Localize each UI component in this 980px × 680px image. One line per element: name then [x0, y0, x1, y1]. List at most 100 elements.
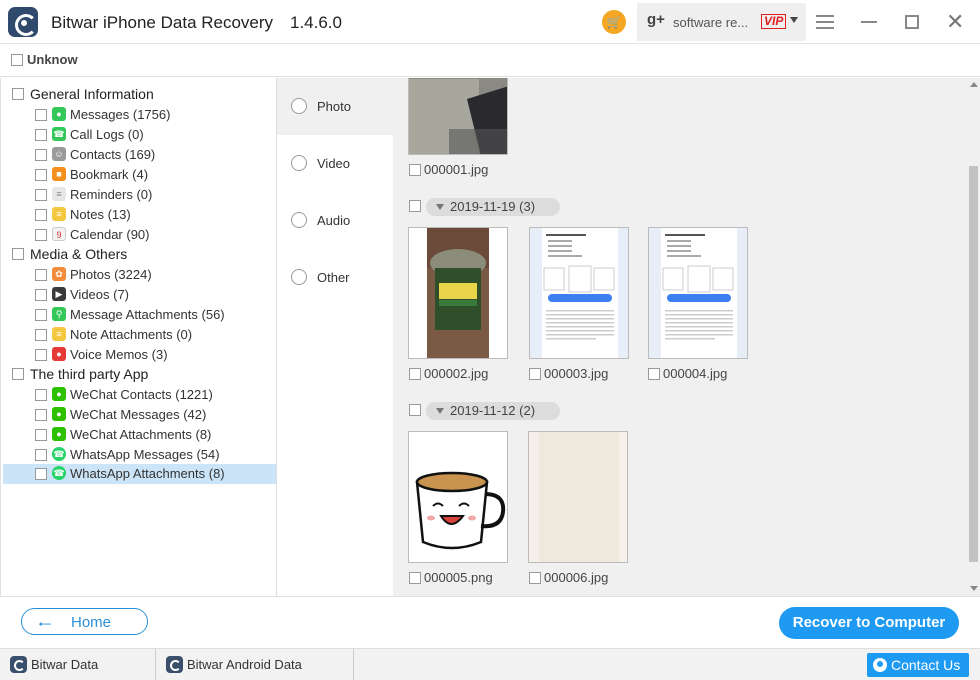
tree-item-contacts[interactable]: ☺ Contacts (169) — [3, 145, 276, 165]
thumbnail-checkbox[interactable] — [529, 572, 541, 584]
unknow-checkbox[interactable] — [11, 54, 23, 66]
unknow-row: Unknow — [0, 44, 980, 77]
item-label: WhatsApp Messages (54) — [70, 447, 220, 462]
thumbnail-checkbox[interactable] — [648, 368, 660, 380]
unknow-label: Unknow — [27, 52, 78, 67]
calendar-icon: 9 — [52, 227, 66, 241]
date-group-checkbox[interactable] — [409, 200, 421, 212]
tree-item-whatsapp-messages[interactable]: ☎ WhatsApp Messages (54) — [3, 445, 276, 465]
group-label: Media & Others — [30, 246, 128, 262]
tree-item-messages[interactable]: ● Messages (1756) — [3, 105, 276, 125]
account-dropdown[interactable]: g+ software re... VIP — [637, 3, 806, 41]
tree-group-general-information[interactable]: General Information — [1, 85, 277, 105]
filter-label: Other — [317, 270, 350, 285]
tree-item-bookmark[interactable]: ■ Bookmark (4) — [3, 165, 276, 185]
tree-item-whatsapp-attachments[interactable]: ☎ WhatsApp Attachments (8) — [3, 464, 276, 484]
thumbnail-checkbox[interactable] — [409, 368, 421, 380]
scrollbar-thumb[interactable] — [969, 166, 978, 562]
vip-badge: VIP — [761, 14, 787, 29]
item-checkbox[interactable] — [35, 429, 47, 441]
thumbnail-000003[interactable] — [529, 227, 629, 359]
item-label: WeChat Attachments (8) — [70, 427, 212, 442]
tree-item-reminders[interactable]: ≡ Reminders (0) — [3, 185, 276, 205]
item-checkbox[interactable] — [35, 309, 47, 321]
shopping-cart-icon[interactable]: 🛒 — [602, 10, 626, 34]
tree-item-call-logs[interactable]: ☎ Call Logs (0) — [3, 125, 276, 145]
item-checkbox[interactable] — [35, 149, 47, 161]
item-checkbox[interactable] — [35, 468, 47, 480]
item-checkbox[interactable] — [35, 289, 47, 301]
vertical-scrollbar[interactable] — [968, 78, 980, 596]
item-checkbox[interactable] — [35, 409, 47, 421]
radio-button[interactable] — [291, 98, 307, 114]
tree-item-voice-memos[interactable]: ● Voice Memos (3) — [3, 345, 276, 365]
item-checkbox[interactable] — [35, 389, 47, 401]
item-label: Photos (3224) — [70, 267, 152, 282]
group-label: General Information — [30, 86, 154, 102]
item-checkbox[interactable] — [35, 209, 47, 221]
radio-button[interactable] — [291, 155, 307, 171]
group-checkbox[interactable] — [12, 248, 24, 260]
item-checkbox[interactable] — [35, 129, 47, 141]
tree-item-videos[interactable]: ▶ Videos (7) — [3, 285, 276, 305]
bookmark-icon: ■ — [52, 167, 66, 181]
thumbnail-caption: 000006.jpg — [529, 570, 608, 585]
recover-to-computer-button[interactable]: Recover to Computer — [779, 607, 959, 639]
item-checkbox[interactable] — [35, 449, 47, 461]
close-icon[interactable]: ✕ — [946, 9, 964, 35]
filter-audio[interactable]: Audio — [277, 192, 393, 249]
thumbnail-checkbox[interactable] — [409, 572, 421, 584]
thumbnail-000001[interactable] — [408, 78, 508, 155]
group-checkbox[interactable] — [12, 368, 24, 380]
action-bar: 🠀 Home Recover to Computer — [0, 596, 980, 648]
minimize-icon[interactable] — [861, 21, 877, 23]
tree-item-photos[interactable]: ✿ Photos (3224) — [3, 265, 276, 285]
tree-item-note-attachments[interactable]: ≡ Note Attachments (0) — [3, 325, 276, 345]
tree-item-wechat-messages[interactable]: ● WeChat Messages (42) — [3, 405, 276, 425]
tree-item-calendar[interactable]: 9 Calendar (90) — [3, 225, 276, 245]
tree-item-wechat-contacts[interactable]: ● WeChat Contacts (1221) — [3, 385, 276, 405]
item-checkbox[interactable] — [35, 269, 47, 281]
hamburger-menu-icon[interactable] — [816, 15, 834, 29]
date-group-header[interactable]: 2019-11-19 (3) — [409, 198, 569, 216]
thumbnail-000002[interactable] — [408, 227, 508, 359]
date-group-label: 2019-11-12 (2) — [426, 402, 560, 420]
thumbnail-000004[interactable] — [648, 227, 748, 359]
footer-link-bitwar-android[interactable]: Bitwar Android Data Recovery — [156, 649, 354, 680]
filter-other[interactable]: Other — [277, 249, 393, 306]
radio-button[interactable] — [291, 212, 307, 228]
item-checkbox[interactable] — [35, 329, 47, 341]
footer-link-bitwar-data-recovery[interactable]: Bitwar Data Recovery — [0, 649, 156, 680]
tree-group-third-party-app[interactable]: The third party App — [1, 365, 277, 385]
tree-item-wechat-attachments[interactable]: ● WeChat Attachments (8) — [3, 425, 276, 445]
tree-item-message-attachments[interactable]: ⚲ Message Attachments (56) — [3, 305, 276, 325]
thumbnail-000005[interactable] — [408, 431, 508, 563]
filter-video[interactable]: Video — [277, 135, 393, 192]
contact-us-button[interactable]: Contact Us — [867, 653, 969, 677]
tree-group-media-others[interactable]: Media & Others — [1, 245, 277, 265]
item-label: Note Attachments (0) — [70, 327, 193, 342]
item-checkbox[interactable] — [35, 229, 47, 241]
item-checkbox[interactable] — [35, 349, 47, 361]
filter-photo[interactable]: Photo — [277, 78, 393, 135]
thumbnail-checkbox[interactable] — [529, 368, 541, 380]
radio-button[interactable] — [291, 269, 307, 285]
note-attachments-icon: ≡ — [52, 327, 66, 341]
thumbnail-grid: 000001.jpg 2019-11-19 (3) 000002.jpg 000… — [393, 78, 980, 596]
thumbnail-000006[interactable] — [528, 431, 628, 563]
image-coffee-cup-sticker — [409, 432, 507, 562]
item-checkbox[interactable] — [35, 169, 47, 181]
file-type-filter: Photo Video Audio Other — [277, 78, 393, 596]
maximize-icon[interactable] — [905, 15, 919, 29]
item-checkbox[interactable] — [35, 109, 47, 121]
scroll-down-arrow-icon[interactable] — [970, 586, 978, 591]
tree-item-notes[interactable]: ≡ Notes (13) — [3, 205, 276, 225]
date-group-checkbox[interactable] — [409, 404, 421, 416]
home-button[interactable]: 🠀 Home — [21, 608, 148, 635]
scroll-up-arrow-icon[interactable] — [970, 82, 978, 87]
date-group-header[interactable]: 2019-11-12 (2) — [409, 402, 569, 420]
item-checkbox[interactable] — [35, 189, 47, 201]
item-label: Messages (1756) — [70, 107, 171, 122]
thumbnail-checkbox[interactable] — [409, 164, 421, 176]
group-checkbox[interactable] — [12, 88, 24, 100]
